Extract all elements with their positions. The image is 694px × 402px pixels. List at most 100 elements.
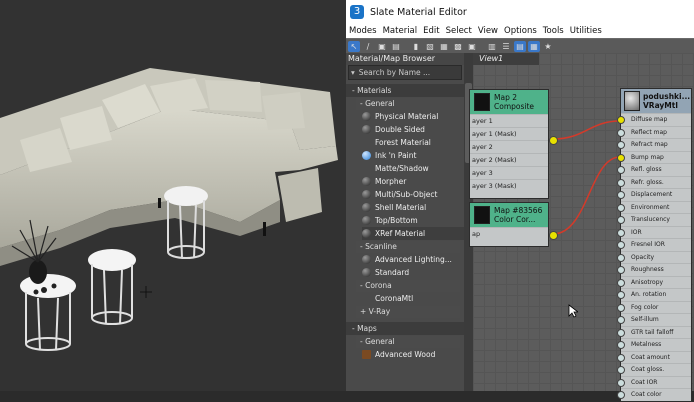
input-connector-icon[interactable] [617, 378, 625, 387]
menu-tools[interactable]: Tools [543, 26, 564, 36]
list-item[interactable]: Physical Material [362, 110, 464, 123]
node-slot[interactable]: Refr. gloss. [617, 175, 691, 189]
node-slot[interactable]: Coat amount [617, 350, 691, 364]
list-item[interactable]: Multi/Sub-Object [362, 188, 464, 201]
node-slot[interactable]: Coat color [617, 388, 691, 401]
input-connector-icon[interactable] [617, 141, 625, 149]
3d-viewport[interactable] [0, 0, 346, 391]
node-slot[interactable]: ayer 1 (Mask) [470, 127, 548, 140]
menu-options[interactable]: Options [504, 26, 537, 36]
input-connector-icon[interactable] [617, 366, 625, 374]
node-slot[interactable]: GTR tail falloff [617, 325, 691, 339]
node-slot[interactable]: Roughness [617, 263, 691, 276]
list-item[interactable]: Advanced Lighting... [362, 253, 464, 266]
input-connector-icon[interactable] [617, 341, 625, 349]
input-connector-icon[interactable] [617, 391, 625, 399]
input-connector-icon[interactable] [617, 216, 625, 224]
input-connector-icon[interactable] [617, 328, 625, 337]
node-header[interactable]: Map #83566 Color Cor... [470, 203, 548, 227]
list-item[interactable]: XRef Material [362, 227, 464, 240]
node-slot[interactable]: Displacement [617, 188, 691, 201]
input-connector-icon[interactable] [617, 353, 625, 362]
node-slot[interactable]: Environment [617, 200, 691, 214]
node-slot[interactable]: Metalness [617, 338, 691, 351]
node-slot[interactable]: ayer 2 (Mask) [470, 153, 548, 166]
node-slot[interactable]: ayer 3 (Mask) [470, 179, 548, 192]
section-maps[interactable]: - Maps [346, 322, 464, 335]
group-maps-general[interactable]: - General [356, 336, 460, 348]
section-materials[interactable]: - Materials [346, 84, 464, 97]
input-connector-icon[interactable] [617, 291, 625, 299]
browser-search-input[interactable]: ▾ Search by Name ... [348, 65, 462, 80]
node-slot[interactable]: Coat gloss. [617, 363, 691, 376]
input-connector-icon[interactable] [617, 253, 625, 262]
node-slot[interactable]: Fog color [617, 300, 691, 314]
eyedropper-icon[interactable]: ∕ [362, 41, 374, 52]
node-slot[interactable]: Reflect map [617, 125, 691, 139]
menu-view[interactable]: View [478, 26, 498, 36]
node-slot[interactable]: Fresnel IOR [617, 238, 691, 251]
input-connector-icon[interactable] [617, 303, 625, 312]
output-connector-icon[interactable] [549, 231, 558, 240]
input-connector-icon[interactable] [617, 316, 625, 324]
node-header[interactable]: podushki... VRayMtl [621, 89, 691, 113]
tab-view1[interactable]: View1 [473, 53, 539, 65]
select-by-material-icon[interactable]: ★ [542, 41, 554, 52]
list-item[interactable]: Standard [362, 266, 464, 279]
node-slot[interactable]: Refl. gloss [617, 163, 691, 176]
node-slot[interactable]: Anisotropy [617, 275, 691, 289]
assign-material-icon[interactable]: ▤ [390, 41, 402, 52]
input-connector-icon[interactable] [617, 128, 625, 137]
input-connector-icon[interactable] [617, 153, 625, 162]
put-to-scene-icon[interactable]: ▣ [376, 41, 388, 52]
menu-utilities[interactable]: Utilities [570, 26, 602, 36]
node-slot[interactable]: Bump map [617, 150, 691, 164]
color-correction-map-node[interactable]: Map #83566 Color Cor... ap [469, 202, 549, 247]
node-slot[interactable]: Opacity [617, 250, 691, 264]
show-map-icon[interactable]: ▩ [452, 41, 464, 52]
layout-children-icon[interactable]: ☰ [500, 41, 512, 52]
list-item[interactable]: Ink 'n Paint [362, 149, 464, 162]
list-item[interactable]: Forest Material [362, 136, 464, 149]
list-item[interactable]: Advanced Wood [362, 348, 464, 361]
node-slot[interactable]: ayer 2 [470, 140, 548, 153]
list-item[interactable]: Morpher [362, 175, 464, 188]
input-connector-icon[interactable] [617, 241, 625, 249]
menu-select[interactable]: Select [446, 26, 472, 36]
node-slot[interactable]: An. rotation [617, 288, 691, 301]
composite-map-node[interactable]: Map 2 Composite ayer 1 ayer 1 (Mask) ayer… [469, 89, 549, 199]
node-slot[interactable]: Coat IOR [617, 375, 691, 389]
node-slot[interactable]: Translucency [617, 213, 691, 226]
delete-icon[interactable]: ▮ [410, 41, 422, 52]
list-item[interactable]: Shell Material [362, 201, 464, 214]
list-item[interactable]: Double Sided [362, 123, 464, 136]
vraymtl-node[interactable]: podushki... VRayMtl Diffuse map Reflect m… [617, 88, 692, 402]
node-slot[interactable]: IOR [617, 225, 691, 239]
list-item[interactable]: Matte/Shadow [362, 162, 464, 175]
parameter-editor-icon[interactable]: ▦ [528, 40, 540, 52]
menu-material[interactable]: Material [383, 26, 418, 36]
input-connector-icon[interactable] [617, 116, 625, 124]
group-general[interactable]: - General [356, 98, 460, 110]
input-connector-icon[interactable] [617, 203, 625, 212]
input-connector-icon[interactable] [617, 178, 625, 187]
group-vray[interactable]: + V-Ray [356, 306, 460, 318]
input-connector-icon[interactable] [617, 191, 625, 199]
select-tool-icon[interactable]: ↖ [348, 40, 360, 52]
node-slot[interactable]: Self-illum [617, 313, 691, 326]
input-connector-icon[interactable] [617, 278, 625, 287]
menu-modes[interactable]: Modes [349, 26, 377, 36]
show-background-icon[interactable]: ▣ [466, 41, 478, 52]
node-slot[interactable]: ap [470, 227, 548, 240]
node-header[interactable]: Map 2 Composite [470, 90, 548, 114]
layout-all-icon[interactable]: ▥ [486, 41, 498, 52]
input-connector-icon[interactable] [617, 266, 625, 274]
input-connector-icon[interactable] [617, 166, 625, 174]
move-children-icon[interactable]: ▧ [424, 41, 436, 52]
list-item[interactable]: Top/Bottom [362, 214, 464, 227]
node-slot[interactable]: ayer 1 [470, 114, 548, 127]
menu-edit[interactable]: Edit [423, 26, 439, 36]
list-item[interactable]: CoronaMtl [362, 292, 464, 305]
group-scanline[interactable]: - Scanline [356, 241, 460, 253]
hide-unused-slots-icon[interactable]: ▦ [438, 41, 450, 52]
